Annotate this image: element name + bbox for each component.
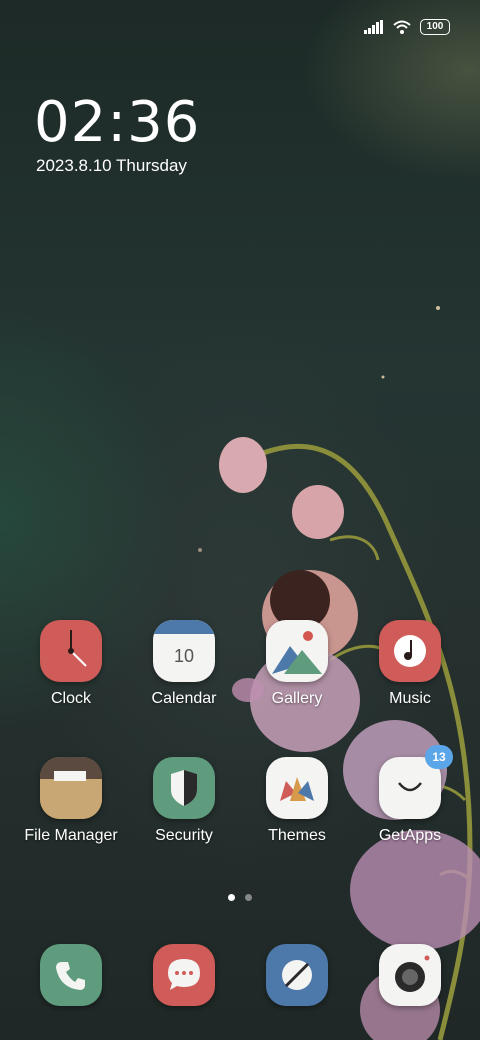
- app-label: Security: [155, 827, 213, 844]
- wifi-icon: [393, 20, 411, 34]
- themes-icon: [266, 757, 328, 819]
- dock-phone[interactable]: [16, 944, 126, 1006]
- app-label: Music: [389, 690, 431, 707]
- browser-icon: [266, 944, 328, 1006]
- getapps-icon: 13: [379, 745, 453, 819]
- app-label: File Manager: [24, 827, 118, 844]
- camera-icon: [379, 944, 441, 1006]
- music-icon: [379, 620, 441, 682]
- page-dot-1[interactable]: [228, 894, 235, 901]
- app-label: Calendar: [151, 690, 217, 707]
- app-calendar[interactable]: 10 Calendar: [129, 620, 239, 708]
- page-indicator[interactable]: [0, 894, 480, 901]
- app-label: Themes: [268, 827, 326, 844]
- app-file-manager[interactable]: File Manager: [16, 757, 126, 845]
- gallery-icon: [266, 620, 328, 682]
- app-label: Gallery: [271, 690, 323, 707]
- clock-widget-time[interactable]: 02:36: [34, 90, 200, 155]
- app-clock[interactable]: Clock: [16, 620, 126, 708]
- app-gallery[interactable]: Gallery: [242, 620, 352, 708]
- battery-indicator: 100: [420, 19, 450, 35]
- dock-browser[interactable]: [242, 944, 352, 1006]
- calendar-day: 10: [173, 646, 195, 666]
- app-security[interactable]: Security: [129, 757, 239, 845]
- notification-badge: 13: [425, 745, 453, 769]
- app-label: Clock: [50, 690, 91, 707]
- app-label: GetApps: [378, 827, 442, 844]
- status-bar: 100: [364, 14, 450, 40]
- shield-icon: [153, 757, 215, 819]
- page-dot-2[interactable]: [245, 894, 252, 901]
- dock-camera[interactable]: [355, 944, 465, 1006]
- app-music[interactable]: Music: [355, 620, 465, 708]
- clock-widget-date: 2023.8.10 Thursday: [36, 156, 187, 175]
- messages-icon: [153, 944, 215, 1006]
- signal-icon: [364, 20, 383, 34]
- app-getapps[interactable]: 13 GetApps: [355, 745, 465, 845]
- phone-icon: [40, 944, 102, 1006]
- calendar-header: [153, 620, 215, 634]
- app-themes[interactable]: Themes: [242, 757, 352, 845]
- calendar-icon: 10: [153, 620, 215, 682]
- dock-messages[interactable]: [129, 944, 239, 1006]
- clock-icon: [40, 620, 102, 682]
- folder-icon: [40, 757, 102, 819]
- folder-body: [40, 781, 102, 819]
